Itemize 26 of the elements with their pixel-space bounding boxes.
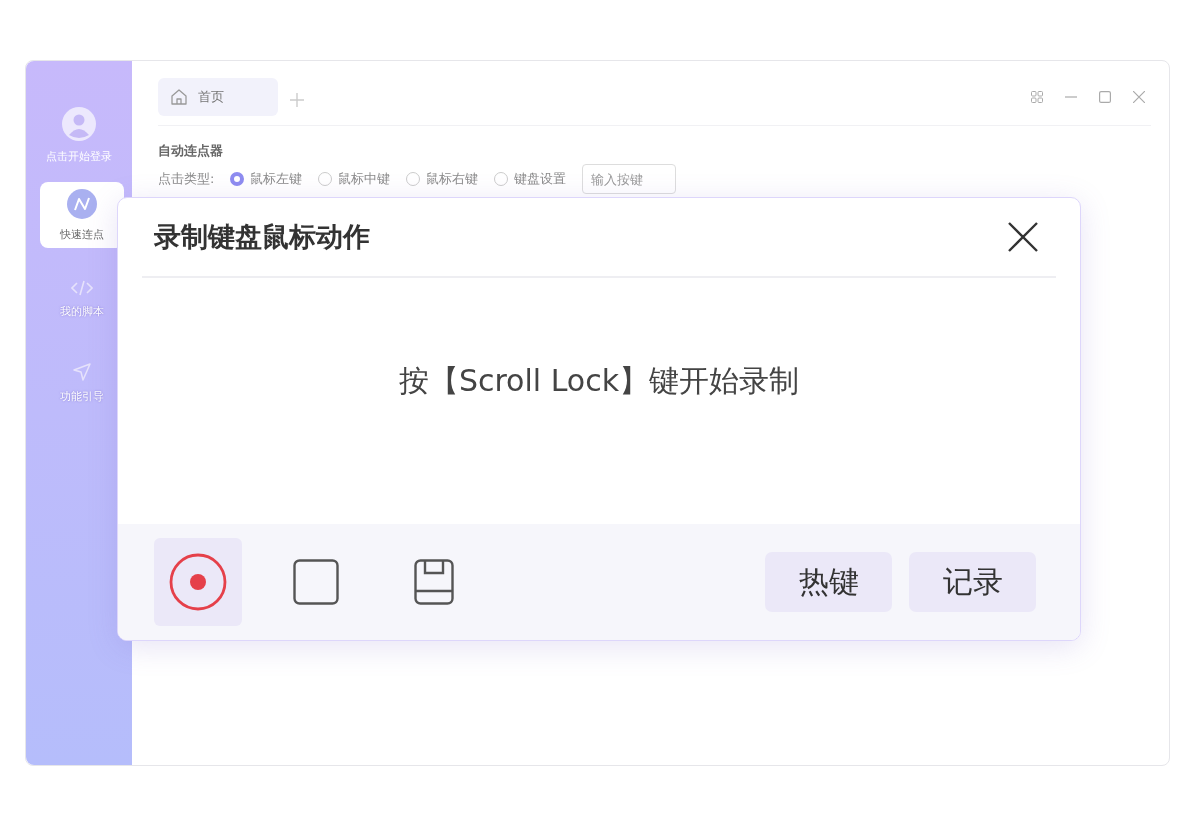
radio-option[interactable]: 鼠标中键 xyxy=(318,170,391,188)
home-tab[interactable]: 首页 xyxy=(158,78,278,116)
click-type-label: 点击类型: xyxy=(158,170,215,188)
key-input-field[interactable]: 输入按键 xyxy=(582,164,677,194)
radio-option[interactable]: 鼠标左键 xyxy=(230,170,303,188)
radio-option[interactable]: 键盘设置 xyxy=(494,170,567,188)
line-chart-icon xyxy=(67,188,97,219)
maximize-icon[interactable] xyxy=(1099,91,1111,103)
grid-icon[interactable] xyxy=(1031,91,1043,103)
add-tab-icon[interactable] xyxy=(290,93,304,107)
record-icon xyxy=(169,553,227,611)
dialog-button[interactable]: 热键 xyxy=(765,552,892,612)
avatar-icon[interactable] xyxy=(62,107,96,141)
home-icon xyxy=(170,88,188,106)
radio-button[interactable] xyxy=(230,172,245,186)
send-icon xyxy=(73,362,91,381)
section-title: 自动连点器 xyxy=(158,142,224,160)
square-icon xyxy=(293,559,339,605)
dialog-button[interactable]: 记录 xyxy=(909,552,1036,612)
radio-option[interactable]: 鼠标右键 xyxy=(406,170,479,188)
dialog-title: 录制键盘鼠标动作 xyxy=(154,220,370,254)
code-icon xyxy=(71,279,93,296)
record-button[interactable] xyxy=(154,538,242,626)
close-icon[interactable] xyxy=(1008,222,1038,252)
nav-item[interactable]: 快速连点 xyxy=(40,182,124,248)
instruction-text: 按【Scroll Lock】键开始录制 xyxy=(398,361,800,400)
